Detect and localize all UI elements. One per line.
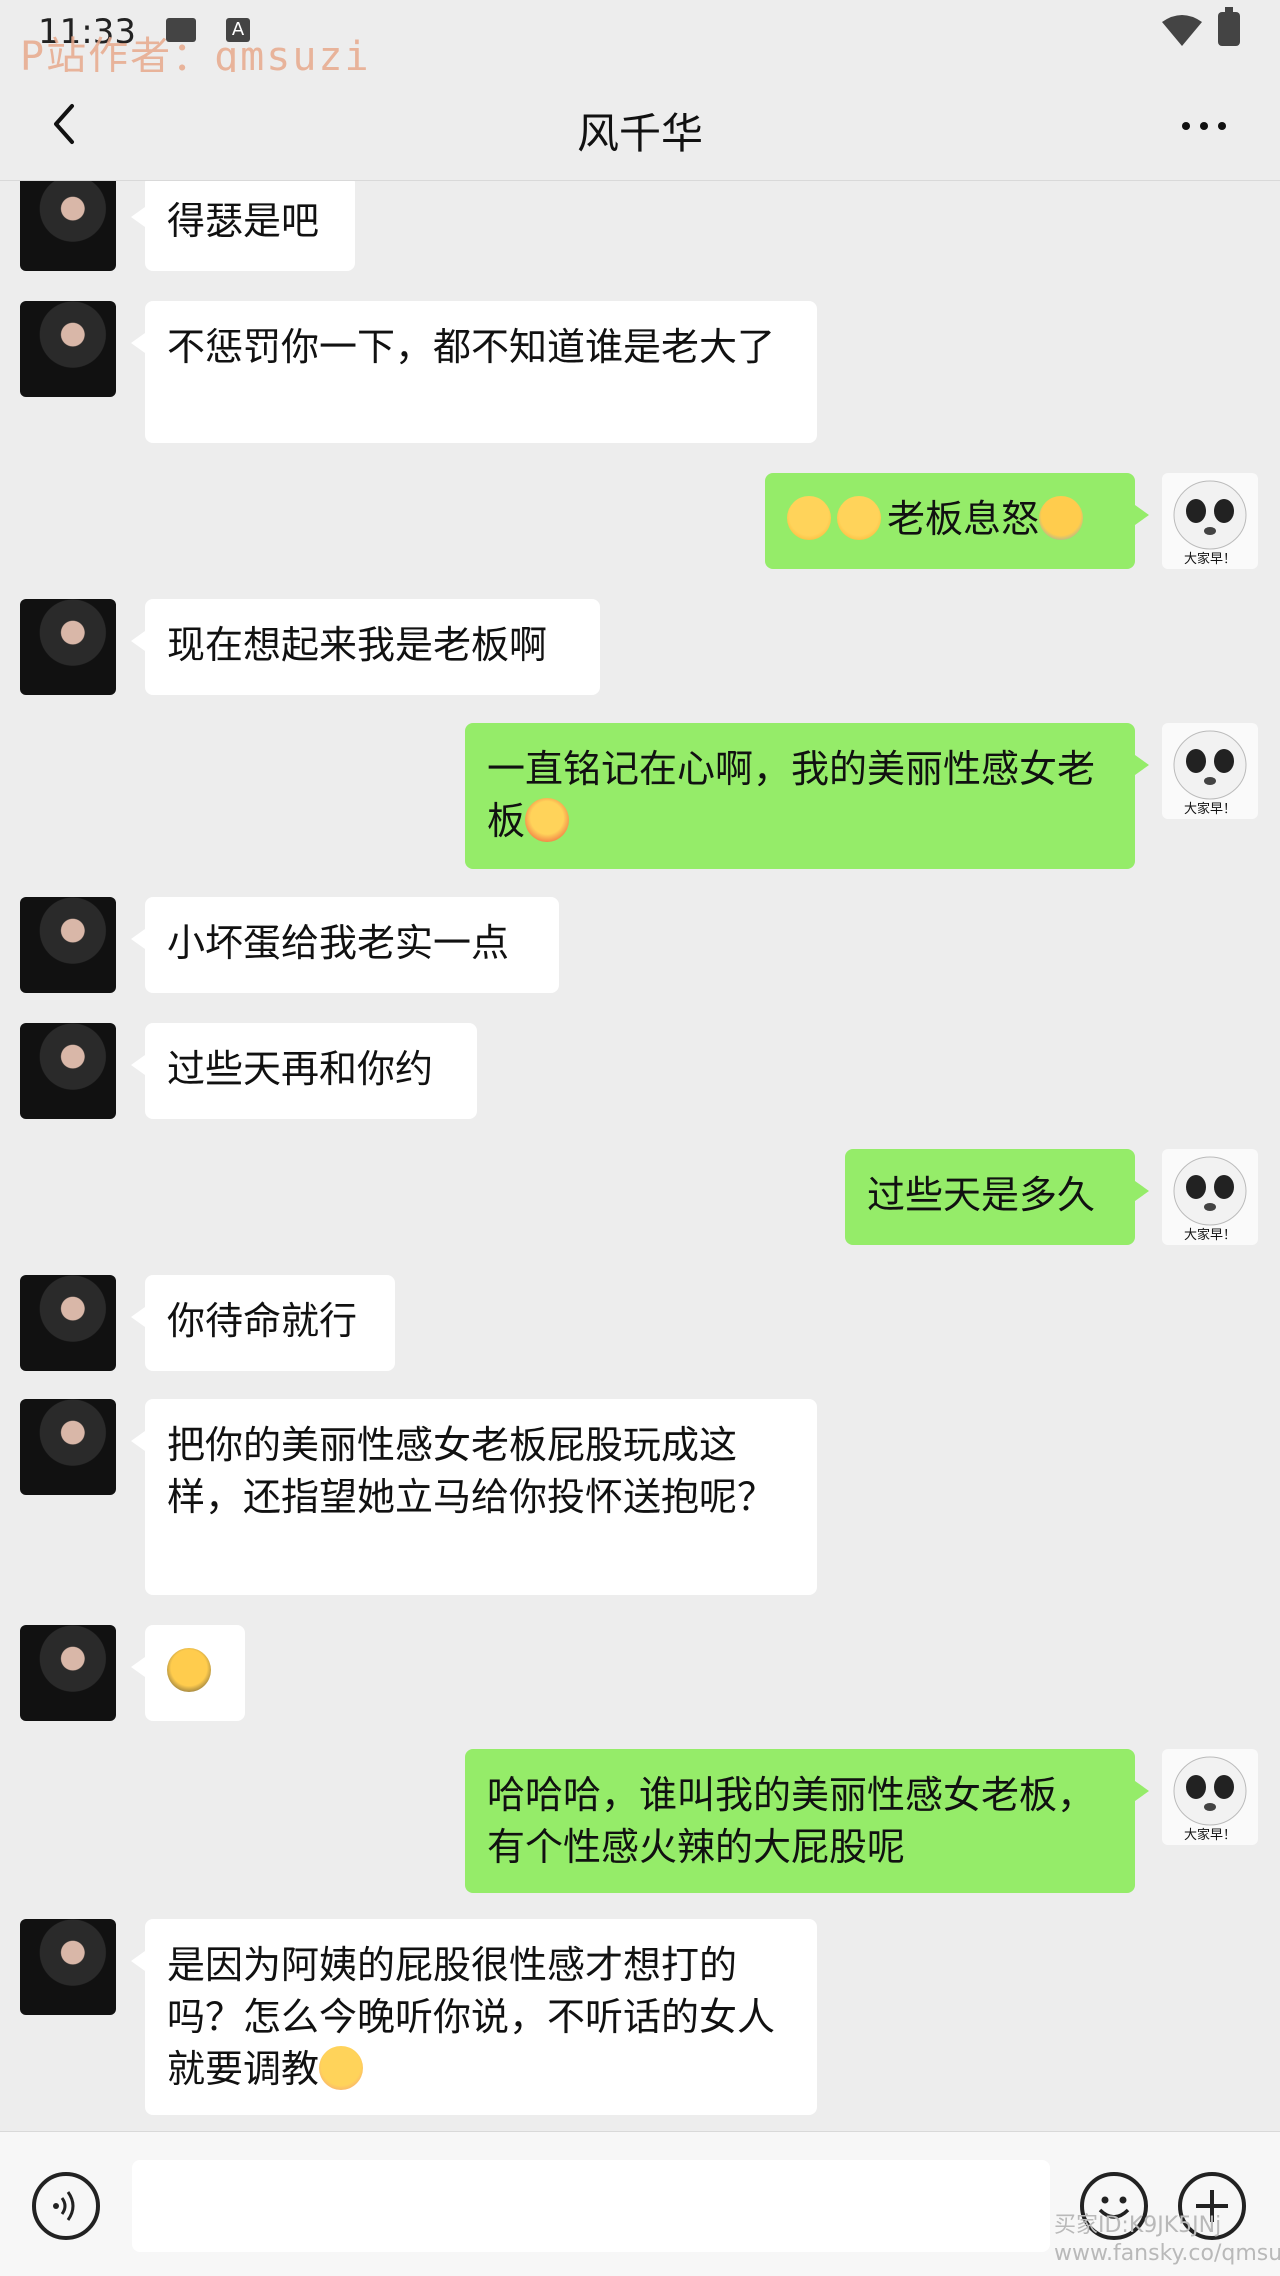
flushed-emoji (319, 2046, 364, 2090)
watermark-url: www.fansky.co/qmsuzi (1054, 2241, 1280, 2266)
message-row: 小坏蛋给我老实一点 (0, 897, 1280, 1003)
message-row (0, 1625, 1280, 1731)
message-text: 小坏蛋给我老实一点 (167, 921, 510, 965)
incoming-message-bubble[interactable]: 得瑟是吧 (131, 181, 355, 271)
watermark-buyer-id: 买家ID:K9JK5JNj (1054, 2213, 1222, 2238)
message-row: 你待命就行 (0, 1275, 1280, 1381)
message-row: 现在想起来我是老板啊 (0, 599, 1280, 705)
message-row: 大家早！ 一直铭记在心啊，我的美丽性感女老板 (0, 723, 1280, 879)
contact-avatar[interactable] (20, 301, 116, 397)
incoming-message-bubble[interactable]: 不惩罚你一下，都不知道谁是老大了 (131, 301, 817, 443)
incoming-message-bubble[interactable]: 过些天再和你约 (131, 1023, 477, 1119)
contact-avatar[interactable] (20, 1399, 116, 1495)
voice-icon (53, 2191, 75, 2221)
contact-avatar[interactable] (20, 1625, 116, 1721)
message-row: 不惩罚你一下，都不知道谁是老大了 (0, 301, 1280, 453)
grimace-emoji (167, 1648, 211, 1692)
incoming-message-bubble[interactable]: 现在想起来我是老板啊 (131, 599, 600, 695)
facepalm-emoji (1039, 496, 1084, 540)
contact-avatar[interactable] (20, 1919, 116, 2015)
message-list[interactable]: 得瑟是吧 不惩罚你一下，都不知道谁是老大了 大家早！ 老板息怒 现在想起来我是老板啊 大家… (0, 181, 1280, 2131)
outgoing-message-bubble[interactable]: 过些天是多久 (845, 1149, 1149, 1245)
message-row: 是因为阿姨的屁股很性感才想打的吗？怎么今晚听你说，不听话的女人就要调教 (0, 1919, 1280, 2125)
message-text: 现在想起来我是老板啊 (167, 623, 548, 667)
message-text: 老板息怒 (887, 497, 1040, 541)
watermark-bottom: 买家ID:K9JK5JNj www.fansky.co/qmsuzi (1054, 2212, 1280, 2268)
message-text: 把你的美丽性感女老板屁股玩成这样，还指望她立马给你投怀送抱呢？ (167, 1423, 776, 1519)
message-text: 一直铭记在心啊，我的美丽性感女老板 (487, 747, 1096, 843)
self-avatar[interactable]: 大家早！ (1162, 1749, 1258, 1845)
battery-icon (1218, 7, 1240, 46)
message-text: 得瑟是吧 (167, 199, 320, 243)
blush-emoji (787, 496, 831, 540)
incoming-message-bubble[interactable]: 是因为阿姨的屁股很性感才想打的吗？怎么今晚听你说，不听话的女人就要调教 (131, 1919, 817, 2115)
chat-header: 风千华 (0, 72, 1280, 181)
contact-avatar[interactable] (20, 1275, 116, 1371)
contact-avatar[interactable] (20, 599, 116, 695)
sticker-caption: 大家早！ (1184, 551, 1236, 567)
message-row: 大家早！ 过些天是多久 (0, 1149, 1280, 1255)
message-text: 你待命就行 (167, 1299, 358, 1343)
self-avatar[interactable]: 大家早！ (1162, 1149, 1258, 1245)
outgoing-message-bubble[interactable]: 一直铭记在心啊，我的美丽性感女老板 (465, 723, 1149, 869)
voice-input-button[interactable] (32, 2172, 100, 2240)
message-text: 过些天是多久 (867, 1173, 1096, 1217)
contact-avatar[interactable] (20, 897, 116, 993)
message-text: 不惩罚你一下，都不知道谁是老大了 (167, 325, 776, 369)
incoming-message-bubble[interactable] (131, 1625, 245, 1721)
message-text: 是因为阿姨的屁股很性感才想打的吗？怎么今晚听你说，不听话的女人就要调教 (167, 1943, 776, 2091)
more-options-button[interactable] (1172, 106, 1236, 146)
blush-emoji (837, 496, 881, 540)
self-avatar[interactable]: 大家早！ (1162, 473, 1258, 569)
sticker-caption: 大家早！ (1184, 801, 1236, 817)
contact-avatar[interactable] (20, 181, 116, 271)
incoming-message-bubble[interactable]: 你待命就行 (131, 1275, 395, 1371)
message-row: 过些天再和你约 (0, 1023, 1280, 1129)
status-bar: 11:33 A P站作者：qmsuzi (0, 0, 1280, 80)
incoming-message-bubble[interactable]: 小坏蛋给我老实一点 (131, 897, 559, 993)
message-row: 大家早！ 老板息怒 (0, 473, 1280, 579)
self-avatar[interactable]: 大家早！ (1162, 723, 1258, 819)
sticker-caption: 大家早！ (1184, 1227, 1236, 1243)
message-text: 过些天再和你约 (167, 1047, 434, 1091)
chat-title: 风千华 (576, 109, 703, 158)
incoming-message-bubble[interactable]: 把你的美丽性感女老板屁股玩成这样，还指望她立马给你投怀送抱呢？ (131, 1399, 817, 1595)
message-row: 大家早！ 哈哈哈，谁叫我的美丽性感女老板，有个性感火辣的大屁股呢 (0, 1749, 1280, 1901)
outgoing-message-bubble[interactable]: 哈哈哈，谁叫我的美丽性感女老板，有个性感火辣的大屁股呢 (465, 1749, 1149, 1893)
message-text: 哈哈哈，谁叫我的美丽性感女老板，有个性感火辣的大屁股呢 (487, 1773, 1096, 1869)
contact-avatar[interactable] (20, 1023, 116, 1119)
message-input[interactable] (132, 2160, 1050, 2252)
message-row: 得瑟是吧 (0, 181, 1280, 281)
outgoing-message-bubble[interactable]: 老板息怒 (765, 473, 1149, 569)
wifi-icon (1162, 15, 1202, 46)
heart-eyes-emoji (525, 798, 570, 842)
sticker-caption: 大家早！ (1184, 1827, 1236, 1843)
message-row: 把你的美丽性感女老板屁股玩成这样，还指望她立马给你投怀送抱呢？ (0, 1399, 1280, 1605)
